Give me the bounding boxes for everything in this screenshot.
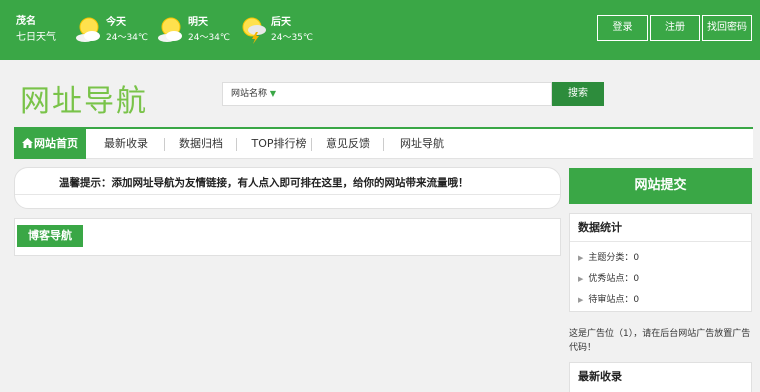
submit-site-button[interactable]: 网站提交	[569, 168, 752, 204]
search-scope-select[interactable]: 网站名称 ▼	[222, 82, 284, 106]
tab-top-ranking[interactable]: TOP排行榜	[242, 129, 316, 159]
stats-title: 数据统计	[570, 214, 751, 242]
forecast-link[interactable]: 七日天气	[16, 30, 56, 46]
recover-password-button[interactable]: 找回密码	[702, 15, 752, 41]
stats-item: ▶ 主题分类：0	[578, 250, 639, 263]
day-label: 后天	[271, 17, 291, 28]
arrow-right-icon: ▶	[578, 296, 584, 304]
tab-home[interactable]: 网站首页	[14, 129, 86, 159]
notice-divider	[15, 194, 560, 195]
nav-divider	[236, 138, 237, 151]
sun-cloud-icon	[76, 17, 100, 42]
notice-box: 温馨提示：添加网址导航为友情链接，有人点入即可排在这里，给你的网站带来流量哦！	[14, 167, 561, 209]
main-nav: 网站首页 最新收录 数据归档 TOP排行榜 意见反馈 网址导航	[14, 127, 753, 159]
day-temp: 24～34℃	[106, 33, 149, 43]
recent-panel: 最新收录	[569, 362, 752, 392]
nav-divider	[383, 138, 384, 151]
arrow-right-icon: ▶	[578, 254, 584, 262]
top-bar: 茂名 七日天气 今天 24～34℃ 明天 24～34℃ 后天 24～35℃ 登录…	[0, 0, 760, 60]
site-logo[interactable]: 网址导航	[20, 76, 148, 120]
city-name: 茂名	[16, 16, 36, 27]
tab-label: 网站首页	[34, 137, 78, 150]
sun-cloud-icon	[158, 17, 182, 42]
chevron-down-icon: ▼	[269, 89, 277, 98]
ad-slot-text: 这是广告位（1），请在后台网站广告放置广告代码！	[569, 329, 751, 353]
tab-latest[interactable]: 最新收录	[94, 129, 158, 159]
blog-nav-title: 博客导航	[17, 225, 83, 247]
search-input[interactable]	[284, 82, 552, 106]
notice-text: 温馨提示：添加网址导航为友情链接，有人点入即可排在这里，给你的网站带来流量哦！	[59, 177, 469, 189]
day-temp: 24～34℃	[188, 33, 231, 43]
day-temp: 24～35℃	[271, 33, 314, 43]
stats-value: 待审站点：0	[588, 295, 640, 305]
stats-value: 优秀站点：0	[588, 274, 640, 284]
nav-divider	[311, 138, 312, 151]
day-label: 明天	[188, 17, 208, 28]
home-icon	[22, 138, 33, 148]
arrow-right-icon: ▶	[578, 275, 584, 283]
tab-archive[interactable]: 数据归档	[169, 129, 233, 159]
login-button[interactable]: 登录	[597, 15, 648, 41]
tab-url-nav[interactable]: 网址导航	[390, 129, 454, 159]
tab-feedback[interactable]: 意见反馈	[316, 129, 380, 159]
search-scope-label: 网站名称	[231, 89, 268, 99]
register-button[interactable]: 注册	[650, 15, 700, 41]
thunder-sun-icon	[242, 17, 266, 44]
stats-item: ▶ 待审站点：0	[578, 292, 639, 305]
recent-title: 最新收录	[578, 370, 622, 383]
search-button[interactable]: 搜索	[552, 82, 604, 106]
blog-nav-panel: 博客导航	[14, 218, 561, 256]
stats-panel: 数据统计 ▶ 主题分类：0 ▶ 优秀站点：0 ▶ 待审站点：0	[569, 213, 752, 312]
nav-divider	[164, 138, 165, 151]
stats-value: 主题分类：0	[588, 253, 640, 263]
weather-location[interactable]: 茂名 七日天气	[16, 14, 56, 46]
stats-item: ▶ 优秀站点：0	[578, 271, 639, 284]
day-label: 今天	[106, 17, 126, 28]
